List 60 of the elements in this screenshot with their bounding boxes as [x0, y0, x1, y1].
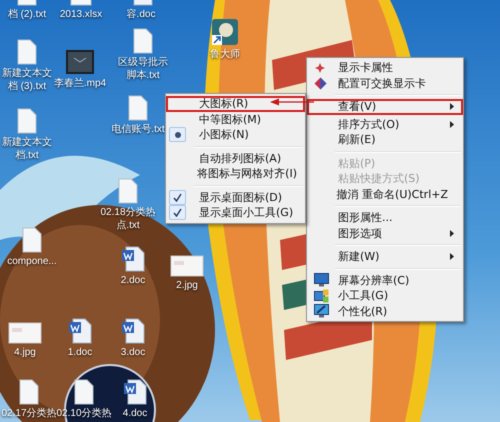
file-name-label[interactable]: 4.doc — [122, 407, 148, 420]
file-name-label[interactable]: 2013.xlsx — [60, 8, 102, 21]
document-icon — [68, 318, 92, 344]
file-icon — [118, 178, 138, 204]
menu-item[interactable]: 显示桌面小工具(G) — [166, 205, 305, 220]
menu-item[interactable]: 将图标与网格对齐(I) — [166, 166, 305, 182]
diamond-icon — [314, 76, 327, 90]
gadgets-icon — [314, 288, 329, 303]
menu-item[interactable]: 个性化(R) — [307, 304, 463, 319]
file-name-label[interactable]: compone... — [7, 255, 57, 268]
menu-item[interactable]: 新建(W) — [307, 249, 463, 264]
file-name-label[interactable]: 2.doc — [120, 274, 146, 287]
file-name-label[interactable]: 4.jpg — [14, 346, 36, 359]
check-mark — [169, 190, 186, 205]
menu-item[interactable]: 图形属性... — [307, 210, 463, 226]
personalize-icon — [314, 304, 329, 318]
file-name-label[interactable]: 新建文本文档.txt — [0, 136, 55, 162]
file-name-label[interactable]: 新建文本文档 (3).txt — [0, 67, 55, 93]
file-name-label[interactable]: 容.doc — [126, 8, 156, 21]
file-icon — [19, 379, 39, 405]
menu-item[interactable]: 小图标(N) — [166, 127, 305, 142]
shortcut-icon — [211, 18, 239, 46]
arrow-annotation — [270, 98, 314, 106]
file-name-label[interactable]: 档 (2).txt — [8, 8, 46, 21]
file-name-label[interactable]: 3.doc — [120, 346, 146, 359]
check-mark — [169, 205, 186, 220]
menu-item[interactable]: 中等图标(M) — [166, 112, 305, 127]
file-icon — [128, 95, 148, 121]
menu-item[interactable]: 排序方式(O) — [307, 116, 463, 132]
monitor-icon — [314, 273, 329, 288]
radio-mark — [169, 127, 186, 142]
document-icon — [123, 379, 147, 405]
menu-item[interactable]: 显示桌面图标(D) — [166, 190, 305, 205]
file-name-label[interactable]: 电信账号.txt — [111, 123, 165, 136]
file-icon — [17, 39, 37, 65]
file-icon — [17, 108, 37, 134]
menu-item[interactable]: 自动排列图标(A) — [166, 150, 305, 166]
image-file-icon — [170, 255, 204, 277]
file-icon — [74, 379, 94, 405]
menu-item[interactable]: 大图标(R) — [166, 96, 305, 112]
menu-item[interactable]: 查看(V) — [307, 99, 463, 114]
file-name-label[interactable]: 区级导批示脚本.txt — [115, 56, 171, 82]
file-icon — [22, 227, 42, 253]
file-name-label[interactable]: 1.doc — [68, 346, 92, 359]
menu-item[interactable]: 刷新(E) — [307, 132, 463, 148]
menu-item[interactable]: 配置可交换显示卡 — [307, 76, 463, 91]
star-icon — [314, 62, 326, 74]
file-icon — [133, 28, 153, 54]
menu-item[interactable]: 显示卡属性 — [307, 60, 463, 76]
menu-item[interactable]: 小工具(G) — [307, 288, 463, 304]
file-name-label[interactable]: 李春兰.mp4 — [54, 77, 106, 90]
image-file-icon — [8, 322, 42, 344]
document-icon — [121, 318, 145, 344]
menu-item[interactable]: 屏幕分辨率(C) — [307, 272, 463, 288]
menu-item[interactable]: 撤消 重命名(U)Ctrl+Z — [307, 186, 463, 202]
video-file-icon — [65, 49, 95, 75]
file-name-label[interactable]: 2.jpg — [176, 279, 198, 292]
menu-item[interactable]: 图形选项 — [307, 226, 463, 241]
document-icon — [121, 246, 145, 272]
shortcut-label: Ctrl+Z — [412, 188, 448, 200]
